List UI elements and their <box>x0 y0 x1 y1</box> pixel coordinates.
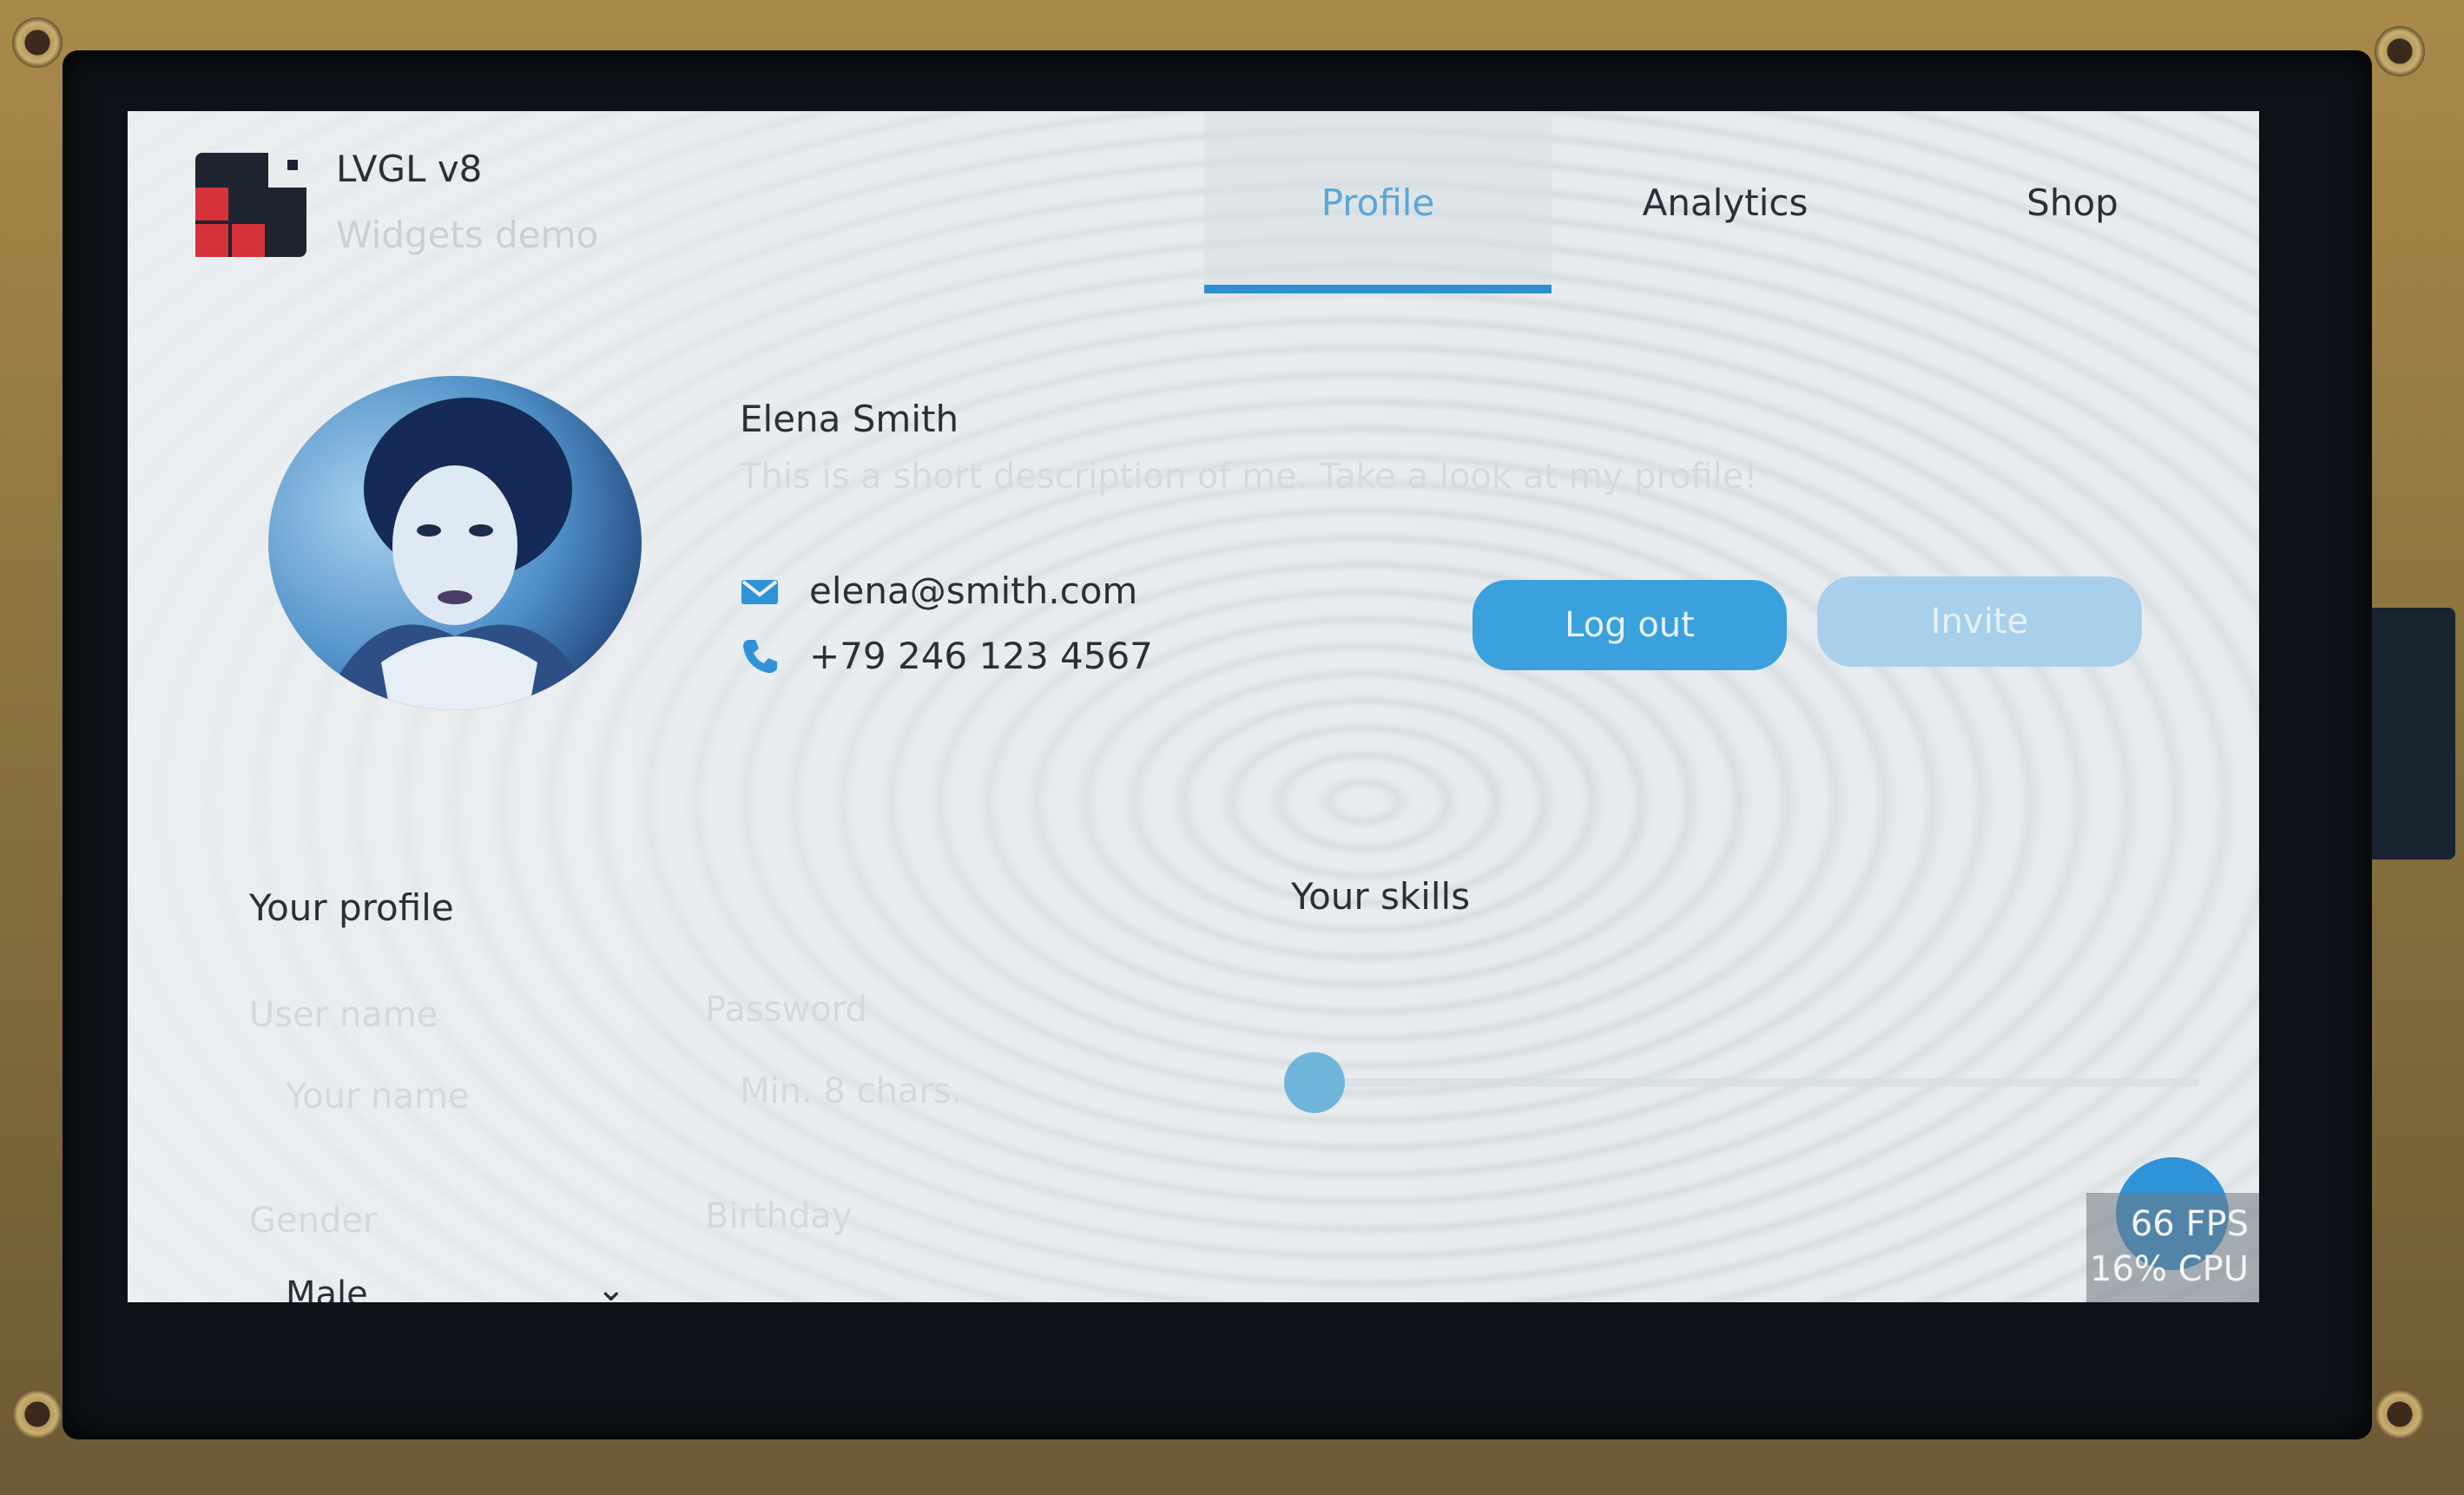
your-skills-title: Your skills <box>1291 875 1471 918</box>
cpu-readout: 16% CPU <box>2090 1249 2249 1289</box>
username-input[interactable]: Your name <box>286 1077 470 1116</box>
avatar <box>268 376 642 710</box>
tab-profile[interactable]: Profile <box>1204 111 1552 293</box>
tab-label: Shop <box>2026 181 2118 224</box>
side-connector <box>2360 608 2455 859</box>
profile-name: Elena Smith <box>740 398 959 440</box>
envelope-icon <box>741 579 778 604</box>
username-label: User name <box>249 995 438 1035</box>
mount-hole <box>2375 26 2425 76</box>
password-input[interactable]: Min. 8 chars. <box>740 1071 962 1111</box>
active-tab-indicator <box>1204 285 1552 293</box>
your-profile-title: Your profile <box>249 886 454 929</box>
birthday-label: Birthday <box>705 1196 853 1236</box>
lcd-screen: LVGL v8 Widgets demo Profile Analytics S… <box>128 111 2259 1302</box>
skills-slider-track[interactable] <box>1314 1078 2200 1087</box>
app-subtitle: Widgets demo <box>336 214 599 256</box>
email-text: elena@smith.com <box>809 570 1138 612</box>
gender-label: Gender <box>249 1201 378 1241</box>
phone-text: +79 246 123 4567 <box>809 635 1153 677</box>
tab-shop[interactable]: Shop <box>1899 111 2246 293</box>
tab-label: Profile <box>1321 181 1435 224</box>
tab-bar: Profile Analytics Shop <box>1204 111 2259 293</box>
gender-value: Male <box>286 1274 368 1302</box>
tab-label: Analytics <box>1642 181 1808 224</box>
lvgl-logo-icon <box>195 153 306 257</box>
performance-monitor: 66 FPS 16% CPU <box>2086 1193 2259 1302</box>
invite-button[interactable]: Invite <box>1817 576 2142 667</box>
phone-row: +79 246 123 4567 <box>740 635 1153 677</box>
skills-slider-knob[interactable] <box>1284 1052 1345 1113</box>
phone-icon <box>743 639 777 673</box>
mount-hole <box>12 17 63 68</box>
email-row: elena@smith.com <box>740 570 1137 612</box>
chevron-down-icon[interactable]: ⌄ <box>596 1269 626 1302</box>
logout-label: Log out <box>1565 605 1695 645</box>
logout-button[interactable]: Log out <box>1472 580 1787 670</box>
invite-label: Invite <box>1930 602 2029 642</box>
profile-description: This is a short description of me. Take … <box>740 457 1758 497</box>
fps-readout: 66 FPS <box>2130 1204 2249 1244</box>
mount-hole <box>2375 1389 2425 1439</box>
mount-hole <box>12 1389 63 1439</box>
gender-dropdown[interactable]: Male <box>286 1274 368 1302</box>
tab-analytics[interactable]: Analytics <box>1552 111 1899 293</box>
app-title: LVGL v8 <box>336 148 483 190</box>
password-label: Password <box>705 990 867 1030</box>
